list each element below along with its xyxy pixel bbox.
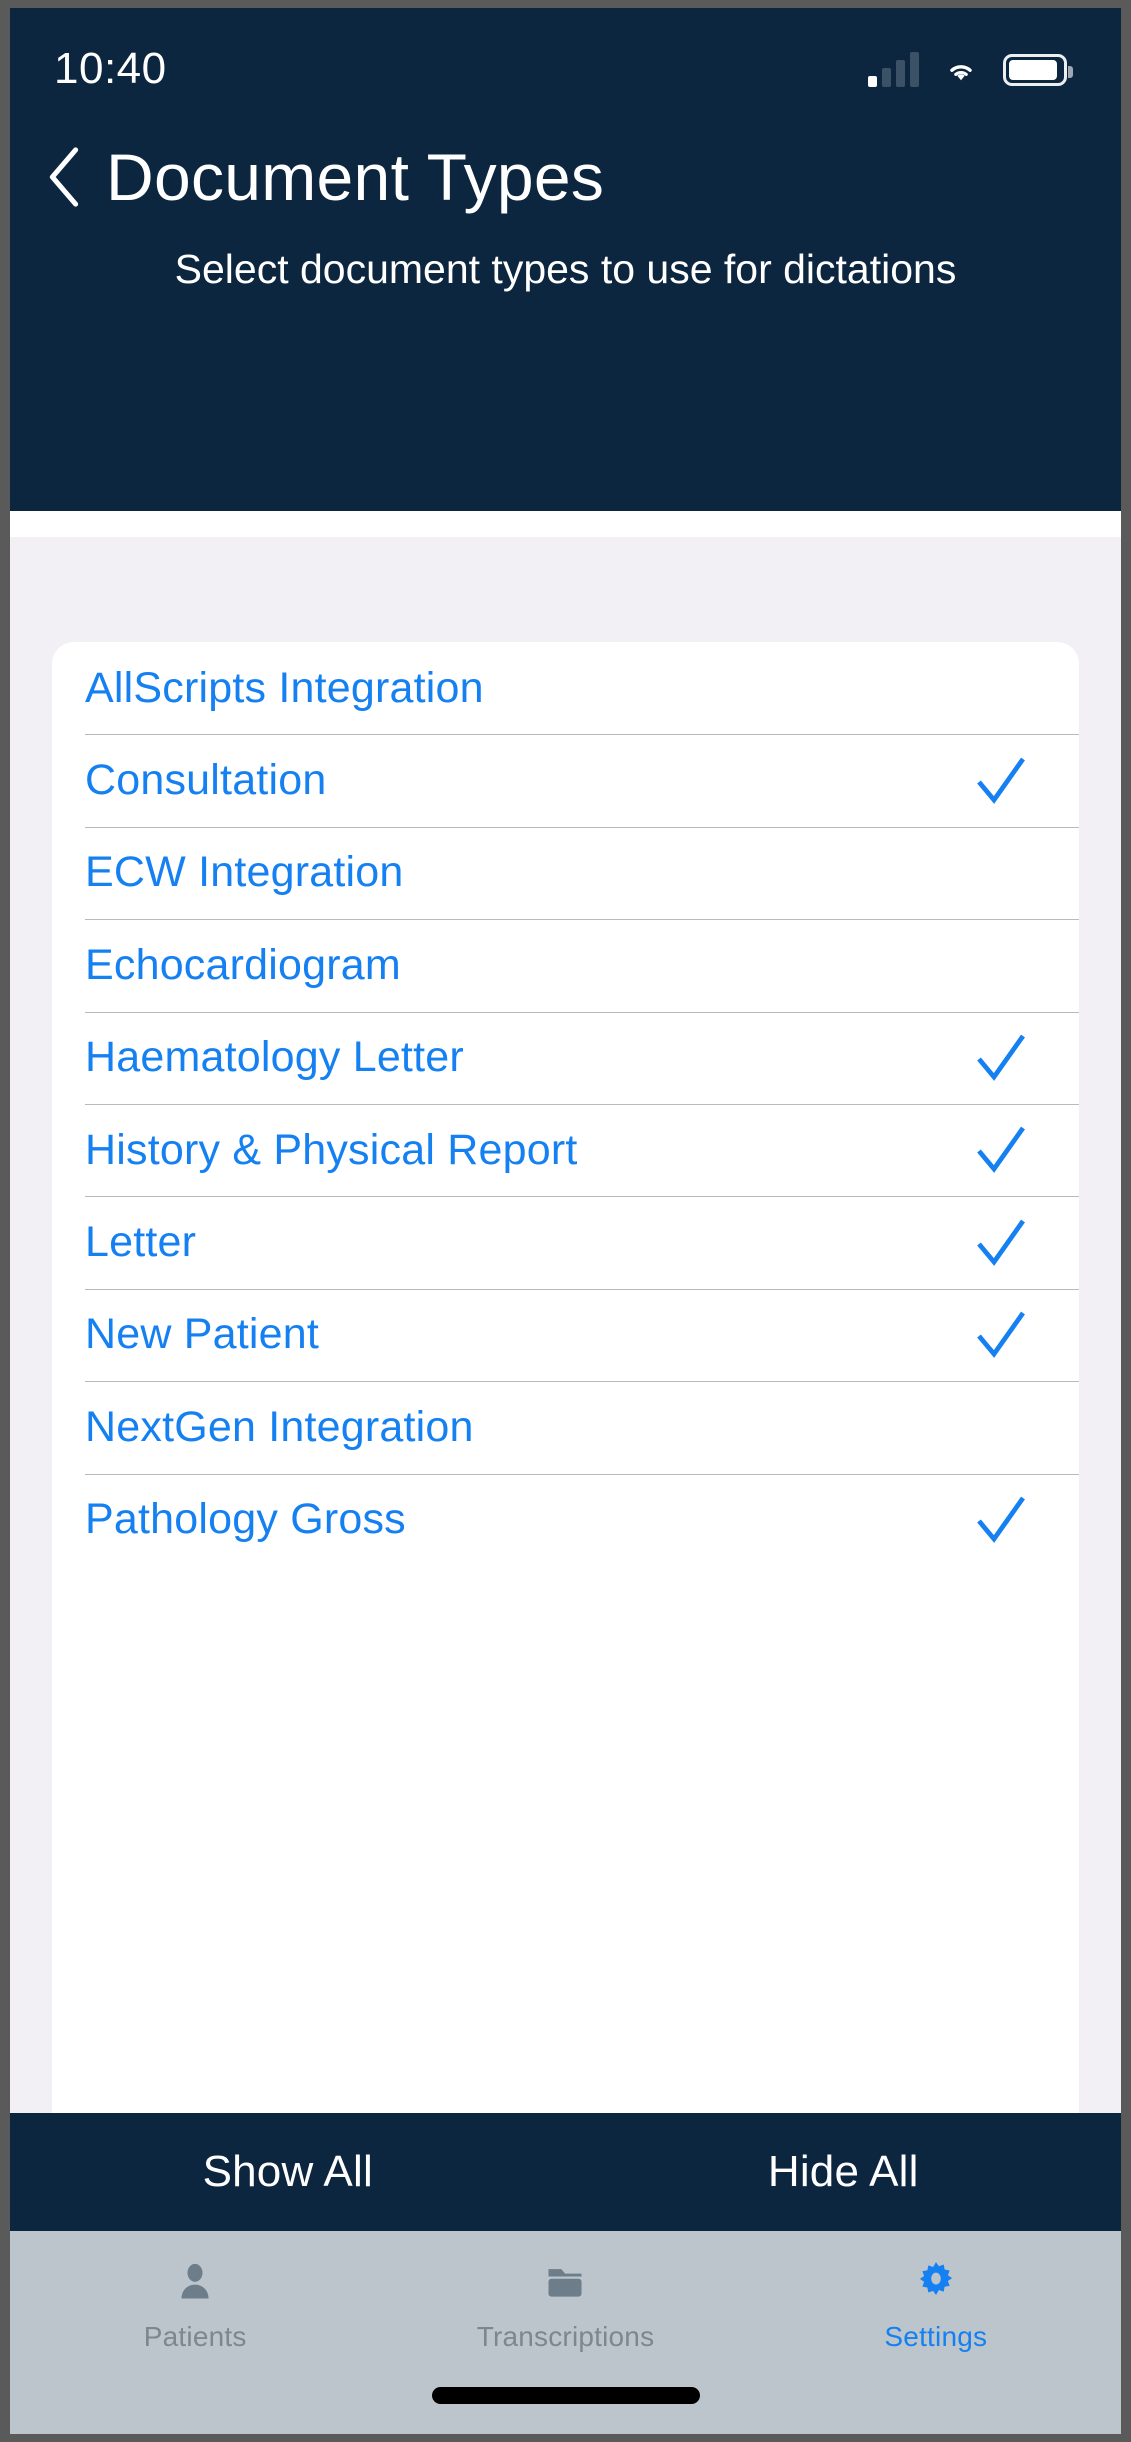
status-bar-time: 10:40 xyxy=(54,44,167,93)
document-type-row[interactable]: Letter xyxy=(52,1196,1079,1288)
header-content-spacer xyxy=(10,511,1121,537)
checkmark-icon xyxy=(977,757,1025,804)
bottom-tab-bar: Patients Transcriptions Settings xyxy=(10,2231,1121,2434)
status-bar: 10:40 xyxy=(10,8,1121,116)
document-type-row[interactable]: Echocardiogram xyxy=(52,919,1079,1011)
status-bar-icons xyxy=(868,37,1073,87)
document-type-label: Consultation xyxy=(85,756,327,805)
document-type-row[interactable]: AllScripts Integration xyxy=(52,642,1079,734)
tab-patients[interactable]: Patients xyxy=(10,2253,380,2353)
tab-settings[interactable]: Settings xyxy=(751,2253,1121,2353)
document-type-row[interactable]: History & Physical Report xyxy=(52,1103,1079,1196)
gear-icon xyxy=(906,2253,966,2311)
tab-transcriptions[interactable]: Transcriptions xyxy=(380,2253,750,2353)
bulk-action-bar: Show All Hide All xyxy=(10,2113,1121,2231)
person-icon xyxy=(165,2253,225,2311)
document-type-row[interactable]: Pathology Gross xyxy=(52,1473,1079,1566)
tab-label-patients: Patients xyxy=(143,2321,247,2352)
checkmark-icon xyxy=(977,1311,1025,1358)
tab-label-transcriptions: Transcriptions xyxy=(476,2321,655,2352)
cellular-signal-icon xyxy=(868,52,919,87)
checkmark-icon xyxy=(977,1126,1025,1174)
wifi-icon xyxy=(950,65,972,81)
document-type-label: Echocardiogram xyxy=(85,940,401,989)
folder-icon xyxy=(535,2253,595,2311)
phone-frame: 10:40 Document Types Select document typ… xyxy=(0,0,1131,2442)
document-type-label: AllScripts Integration xyxy=(85,663,484,712)
checkmark-icon xyxy=(977,1034,1025,1081)
tab-label-settings: Settings xyxy=(884,2321,988,2352)
hide-all-button[interactable]: Hide All xyxy=(566,2147,1122,2197)
page-title: Document Types xyxy=(106,140,605,214)
app-header: 10:40 Document Types Select document typ… xyxy=(10,8,1121,511)
document-type-label: ECW Integration xyxy=(85,848,404,897)
content-area: AllScripts Integration Consultation ECW In… xyxy=(10,537,1121,2113)
document-types-card: AllScripts Integration Consultation ECW In… xyxy=(52,642,1079,2113)
document-type-label: Pathology Gross xyxy=(85,1495,406,1544)
app-screen: 10:40 Document Types Select document typ… xyxy=(10,8,1121,2434)
page-subtitle: Select document types to use for dictati… xyxy=(174,246,957,292)
document-type-label: New Patient xyxy=(85,1310,320,1359)
document-type-row[interactable]: NextGen Integration xyxy=(52,1381,1079,1473)
chevron-left-icon[interactable] xyxy=(44,146,84,208)
checkmark-icon xyxy=(977,1219,1025,1266)
show-all-button[interactable]: Show All xyxy=(10,2147,566,2197)
document-type-row[interactable]: ECW Integration xyxy=(52,826,1079,919)
document-type-label: History & Physical Report xyxy=(85,1125,578,1174)
checkmark-icon xyxy=(977,1496,1025,1543)
document-type-label: Letter xyxy=(85,1218,197,1267)
document-type-row[interactable]: Haematology Letter xyxy=(52,1011,1079,1104)
document-type-row[interactable]: New Patient xyxy=(52,1288,1079,1381)
battery-icon xyxy=(1003,54,1073,86)
navigation-title-row: Document Types xyxy=(10,116,1121,210)
home-indicator xyxy=(431,2387,700,2404)
document-type-label: NextGen Integration xyxy=(85,1402,474,1451)
document-type-row[interactable]: Consultation xyxy=(52,734,1079,826)
document-type-label: Haematology Letter xyxy=(85,1033,464,1082)
